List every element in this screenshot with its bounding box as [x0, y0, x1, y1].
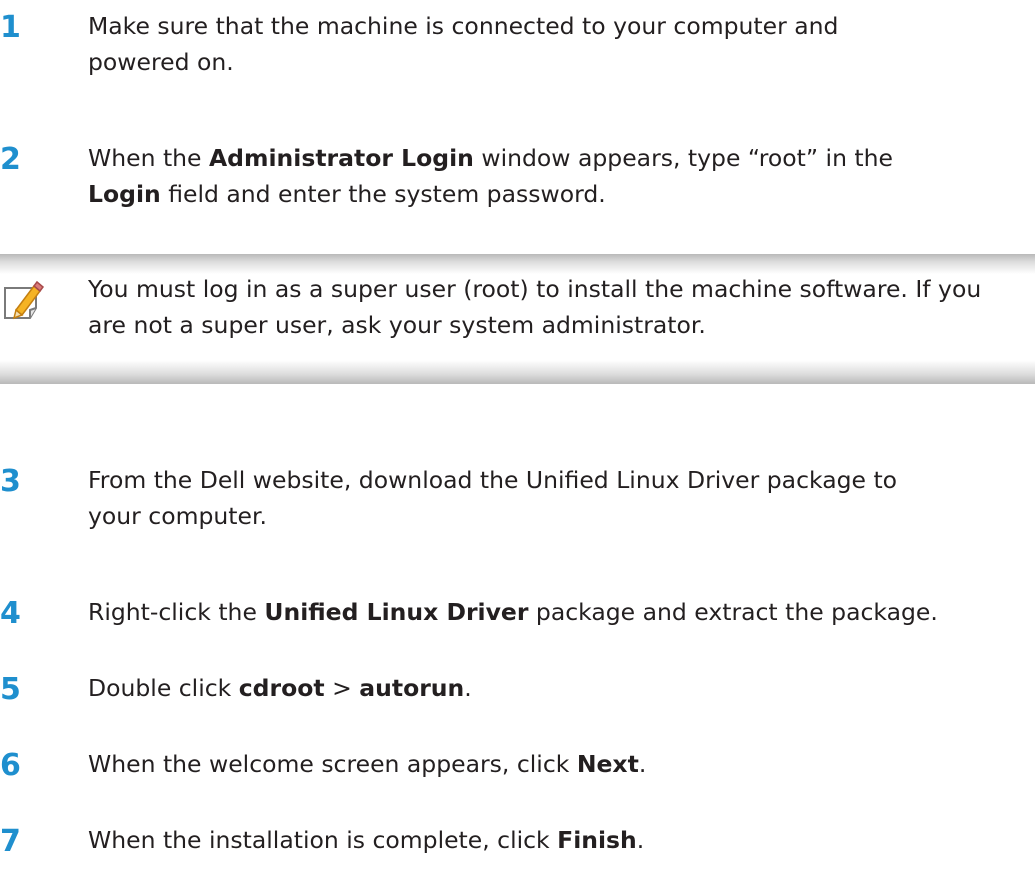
step-number: 3 — [0, 464, 21, 499]
step-text-segment: Double click — [88, 674, 239, 702]
step-text-line: your computer. — [88, 502, 267, 530]
pencil-note-icon — [0, 280, 48, 328]
step-text: Right-click the Unified Linux Driver pac… — [88, 594, 1018, 630]
step-text: When the installation is complete, click… — [88, 822, 1018, 858]
instruction-page: 1 Make sure that the machine is connecte… — [0, 0, 1035, 872]
step-text-segment: When the welcome screen appears, click — [88, 750, 577, 778]
ui-term-finish: Finish — [557, 826, 637, 854]
step-number: 2 — [0, 142, 21, 177]
step-text-segment: When the installation is complete, click — [88, 826, 558, 854]
step-number: 4 — [0, 596, 21, 631]
step-text-segment: When the — [88, 144, 209, 172]
step-text-segment: Right-click the — [88, 598, 265, 626]
ui-term-cdroot: cdroot — [238, 674, 325, 702]
step-text-line: powered on. — [88, 48, 234, 76]
step-number: 7 — [0, 824, 21, 859]
ui-term-login: Login — [88, 180, 161, 208]
note-text-line: You must log in as a super user (root) t… — [88, 275, 982, 303]
step-number: 5 — [0, 672, 21, 707]
step-text-line: Make sure that the machine is connected … — [88, 12, 839, 40]
step-text: From the Dell website, download the Unif… — [88, 462, 1018, 534]
note-box: You must log in as a super user (root) t… — [0, 254, 1035, 384]
step-number: 1 — [0, 10, 21, 45]
step-text: When the welcome screen appears, click N… — [88, 746, 1018, 782]
step-text-segment: window appears, type “root” in the — [473, 144, 894, 172]
step-text-segment: . — [464, 674, 472, 702]
step-text-segment: . — [636, 826, 645, 854]
ui-term-unified-linux-driver: Unified Linux Driver — [264, 598, 529, 626]
note-text: You must log in as a super user (root) t… — [88, 271, 1033, 343]
step-text: When the Administrator Login window appe… — [88, 140, 1018, 212]
step-text-segment: package and extract the package. — [528, 598, 938, 626]
step-number: 6 — [0, 748, 21, 783]
note-text-line: are not a super user, ask your system ad… — [88, 311, 706, 339]
step-text-segment: > — [324, 674, 360, 702]
step-text: Double click cdroot > autorun. — [88, 670, 1018, 706]
ui-term-next: Next — [576, 750, 639, 778]
step-text-segment: field and enter the system password. — [160, 180, 606, 208]
step-text-segment: . — [638, 750, 647, 778]
step-text-line: From the Dell website, download the Unif… — [88, 466, 898, 494]
ui-term-administrator-login: Administrator Login — [209, 144, 474, 172]
step-text: Make sure that the machine is connected … — [88, 8, 1018, 80]
ui-term-autorun: autorun — [359, 674, 465, 702]
